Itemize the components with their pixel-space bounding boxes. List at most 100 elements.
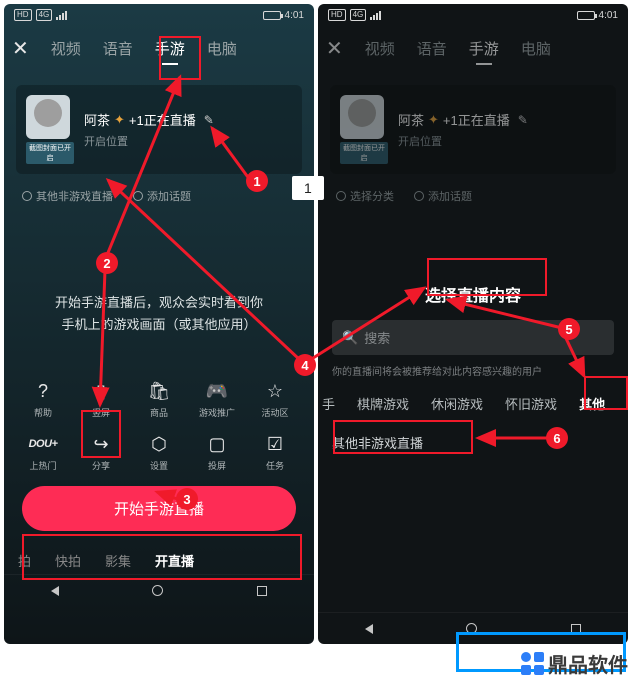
hd-badge: HD	[14, 9, 32, 21]
cat-retro[interactable]: 怀旧游戏	[505, 394, 557, 413]
status-bar: HD 4G 4:01	[318, 4, 628, 26]
hint-text: 你的直播间将会被推荐给对此内容感兴趣的用户	[332, 363, 614, 378]
tab-mobile[interactable]: 手游	[155, 38, 185, 59]
tab-video[interactable]: 视频	[365, 38, 395, 59]
bag-icon: 🛍	[135, 380, 183, 402]
panel-title: 选择直播内容	[318, 282, 628, 306]
tab-voice[interactable]: 语音	[103, 38, 133, 59]
topic-chip[interactable]: 添加话题	[133, 188, 191, 204]
cat-board[interactable]: 棋牌游戏	[357, 394, 409, 413]
share-button[interactable]: ↪分享	[77, 433, 125, 472]
dou-button[interactable]: DOU+上热门	[19, 433, 67, 472]
search-placeholder: 搜索	[364, 328, 390, 347]
pencil-icon[interactable]: ✎	[518, 113, 528, 127]
stream-card[interactable]: 截图封面已开启 阿茶 ✦ +1正在直播 ✎ 开启位置	[330, 85, 616, 174]
battery-icon	[263, 11, 281, 20]
cat-p[interactable]: 手	[322, 394, 335, 413]
net-badge: 4G	[350, 9, 367, 21]
location-toggle[interactable]: 开启位置	[398, 133, 528, 149]
tab-shoot[interactable]: 拍	[18, 551, 31, 570]
help-button[interactable]: ?帮助	[19, 380, 67, 419]
gear-icon: ⬡	[135, 433, 183, 455]
leaf-icon: ✦	[428, 112, 439, 128]
tab-quick[interactable]: 快拍	[55, 551, 81, 570]
calendar-icon: ☑	[251, 433, 299, 455]
tab-pc[interactable]: 电脑	[207, 38, 237, 59]
topic-chip[interactable]: 添加话题	[414, 188, 472, 204]
category-chip[interactable]: 其他非游戏直播	[22, 188, 113, 204]
share-icon: ↪	[77, 433, 125, 455]
ring-icon	[414, 191, 424, 201]
white-pill: 1	[292, 176, 324, 200]
pencil-icon[interactable]: ✎	[204, 113, 214, 127]
icon-row-1: ?帮助 ▯竖屏 🛍商品 🎮游戏推广 ☆活动区	[4, 366, 314, 419]
signal-icon	[370, 11, 381, 20]
close-icon[interactable]: ✕	[12, 36, 29, 61]
phone-left: HD 4G 4:01 ✕ 视频 语音 手游 电脑 截图封面已开启 阿茶	[4, 4, 314, 644]
title-status: +1正在直播	[129, 110, 196, 129]
bottom-tabs: 拍 快拍 影集 开直播	[4, 541, 314, 574]
title-status: +1正在直播	[443, 110, 510, 129]
ring-icon	[22, 191, 32, 201]
avatar[interactable]	[340, 95, 384, 139]
mode-tabs: ✕ 视频 语音 手游 电脑	[4, 26, 314, 67]
tab-album[interactable]: 影集	[105, 551, 131, 570]
stream-card[interactable]: 截图封面已开启 阿茶 ✦ +1正在直播 ✎ 开启位置	[16, 85, 302, 174]
icon-row-2: DOU+上热门 ↪分享 ⬡设置 ▢投屏 ☑任务	[4, 419, 314, 472]
settings-button[interactable]: ⬡设置	[135, 433, 183, 472]
zone-button[interactable]: ☆活动区	[251, 380, 299, 419]
category-tabs: 手 棋牌游戏 休闲游戏 怀旧游戏 其他	[318, 394, 628, 413]
brand-text: 鼎品软件	[548, 649, 628, 678]
avatar-tag: 截图封面已开启	[340, 142, 388, 164]
signal-icon	[56, 11, 67, 20]
leaf-icon: ✦	[114, 112, 125, 128]
help-icon: ?	[19, 380, 67, 402]
hd-badge: HD	[328, 9, 346, 21]
nav-home-icon[interactable]	[466, 623, 477, 634]
search-input[interactable]: 🔍 搜索	[332, 320, 614, 355]
nav-recent-icon[interactable]	[571, 624, 581, 634]
mode-tabs: ✕ 视频 语音 手游 电脑	[318, 26, 628, 67]
task-button[interactable]: ☑任务	[251, 433, 299, 472]
tab-pc[interactable]: 电脑	[521, 38, 551, 59]
title-user: 阿茶	[84, 110, 110, 129]
tab-live[interactable]: 开直播	[155, 551, 194, 570]
watermark-brand: 鼎品软件	[521, 649, 628, 678]
cat-casual[interactable]: 休闲游戏	[431, 394, 483, 413]
title-user: 阿茶	[398, 110, 424, 129]
nav-home-icon[interactable]	[152, 585, 163, 596]
net-badge: 4G	[36, 9, 53, 21]
nav-back-icon[interactable]	[51, 586, 59, 596]
ring-icon	[336, 191, 346, 201]
location-toggle[interactable]: 开启位置	[84, 133, 214, 149]
promote-button[interactable]: 🎮游戏推广	[193, 380, 241, 419]
cast-button[interactable]: ▢投屏	[193, 433, 241, 472]
tab-video[interactable]: 视频	[51, 38, 81, 59]
category-chip[interactable]: 选择分类	[336, 188, 394, 204]
status-bar: HD 4G 4:01	[4, 4, 314, 26]
cat-other[interactable]: 其他	[579, 394, 605, 413]
close-icon[interactable]: ✕	[326, 36, 343, 61]
clock: 4:01	[599, 10, 618, 21]
avatar[interactable]	[26, 95, 70, 139]
clock: 4:01	[285, 10, 304, 21]
tab-mobile[interactable]: 手游	[469, 38, 499, 59]
dou-icon: DOU+	[19, 433, 67, 455]
brand-logo-icon	[521, 652, 544, 675]
battery-icon	[577, 11, 595, 20]
nav-back-icon[interactable]	[365, 624, 373, 634]
nav-recent-icon[interactable]	[257, 586, 267, 596]
android-nav	[318, 612, 628, 644]
avatar-tag: 截图封面已开启	[26, 142, 74, 164]
start-live-button[interactable]: 开始手游直播	[22, 486, 296, 531]
gamepad-icon: 🎮	[193, 380, 241, 402]
other-nongame-option[interactable]: 其他非游戏直播	[332, 433, 614, 452]
search-icon: 🔍	[342, 330, 358, 346]
portrait-button[interactable]: ▯竖屏	[77, 380, 125, 419]
android-nav	[4, 574, 314, 606]
tab-voice[interactable]: 语音	[417, 38, 447, 59]
star-icon: ☆	[251, 380, 299, 402]
phone-right: HD 4G 4:01 ✕ 视频 语音 手游 电脑 截图封面已开启 阿茶	[318, 4, 628, 644]
shop-button[interactable]: 🛍商品	[135, 380, 183, 419]
description-text: 开始手游直播后，观众会实时看到你 手机上的游戏画面（或其他应用）	[32, 292, 286, 336]
